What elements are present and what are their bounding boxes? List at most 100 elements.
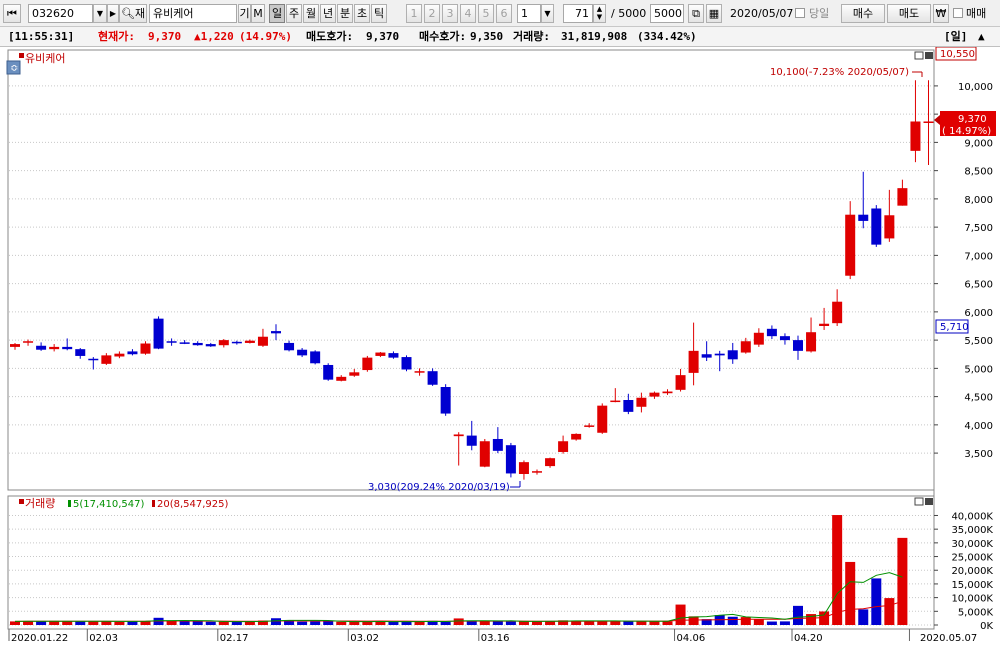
ytick-label: 6,500	[964, 280, 993, 291]
code-dropdown-button[interactable]: ▼	[93, 4, 107, 23]
price-panel	[7, 49, 935, 491]
x-date-label: 02.03	[89, 633, 118, 644]
period-tab[interactable]: 초	[354, 4, 370, 23]
count-spinner[interactable]: ▲ ▼	[593, 4, 606, 23]
number-button[interactable]: 1	[406, 4, 422, 23]
m-button[interactable]: M	[251, 4, 265, 23]
candle-body	[753, 332, 764, 345]
bar-count-input[interactable]: 71	[563, 4, 593, 23]
volume-bar	[271, 618, 281, 625]
buy-button[interactable]: 매수	[841, 4, 885, 23]
sell-button[interactable]: 매도	[887, 4, 931, 23]
volume-bar	[871, 578, 882, 625]
ytick-label: 7,000	[964, 251, 993, 262]
candle-body	[218, 340, 229, 346]
volume-bar	[479, 621, 490, 625]
volume-bar	[662, 621, 673, 625]
period-tab[interactable]: 틱	[371, 4, 387, 23]
candle-body	[88, 358, 99, 361]
number-button[interactable]: 4	[460, 4, 476, 23]
volume-bar	[10, 621, 20, 625]
candle-body	[884, 215, 895, 239]
volume-bar	[218, 621, 229, 625]
currency-button[interactable]: ₩	[933, 4, 949, 23]
total-count-input[interactable]: 5000	[650, 4, 684, 23]
calendar-button[interactable]: ▦	[706, 4, 722, 23]
x-date-label: 03.16	[481, 633, 510, 644]
stock-name-field[interactable]: 유비케어	[149, 4, 237, 23]
ytick-label: 7,500	[964, 223, 993, 234]
candle-body	[36, 345, 47, 350]
stock-code-input[interactable]: 032620	[28, 4, 93, 23]
volume-bar	[819, 611, 830, 625]
volume-bar	[518, 621, 529, 625]
volume-bar	[675, 604, 686, 625]
gi-button[interactable]: 기	[238, 4, 251, 23]
current-price-value: 9,370	[148, 30, 182, 43]
volume-bar	[845, 561, 856, 625]
ytick-label: 4,500	[964, 393, 993, 404]
search-icon: 🔍︎	[121, 7, 135, 20]
trade-label: 매매	[966, 7, 987, 20]
candle-body	[192, 342, 203, 346]
low-annotation: 3,030(209.24% 2020/03/19)	[368, 482, 510, 493]
period-tab[interactable]: 일	[269, 4, 285, 23]
vtick-label: 0K	[980, 621, 993, 632]
first-page-button[interactable]: ⏮	[3, 4, 21, 23]
number-dropdown-button[interactable]: ▼	[541, 4, 554, 23]
period-tab[interactable]: 년	[320, 4, 336, 23]
search-button[interactable]: 🔍︎재	[119, 4, 147, 23]
vtick-label: 10,000K	[951, 594, 993, 605]
period-tab[interactable]: 주	[286, 4, 302, 23]
volume-bar	[62, 621, 73, 625]
candle-body	[414, 371, 425, 373]
period-tab[interactable]: 월	[303, 4, 319, 23]
number-button[interactable]: 3	[442, 4, 458, 23]
next-stock-button[interactable]: ▶	[107, 4, 119, 23]
volume-bar	[231, 621, 242, 625]
today-checkbox[interactable]: 당일	[795, 4, 829, 23]
volume-bar	[336, 621, 347, 625]
candle-body	[636, 397, 647, 407]
volume-bar	[858, 609, 869, 625]
x-date-label: 04.20	[794, 633, 823, 644]
candle-body	[284, 342, 295, 351]
candle-body	[832, 301, 843, 324]
chart-settings-button[interactable]: ⧉	[688, 4, 704, 23]
volume-bar	[636, 621, 647, 625]
bid-value: 9,350	[470, 30, 504, 43]
toolbar: ⏮ 032620 ▼ ▶ 🔍︎재 유비케어 기 M 일주월년분초틱 123456…	[0, 0, 1000, 27]
volume-bar	[166, 621, 177, 625]
candle-body	[806, 332, 817, 352]
candle-body	[23, 341, 34, 343]
volume-bar	[179, 621, 190, 625]
price-chart-title: 유비케어	[25, 52, 65, 65]
number-button[interactable]: 2	[424, 4, 440, 23]
trade-checkbox[interactable]: 매매	[953, 4, 986, 23]
spinner-up-icon: ▲	[596, 5, 603, 13]
bid-label: 매수호가:	[419, 30, 467, 43]
number-button[interactable]: 5	[478, 4, 494, 23]
number-select[interactable]: 1	[517, 4, 541, 23]
vtick-label: 20,000K	[951, 566, 993, 577]
candle-body	[297, 349, 308, 356]
ma5-swatch	[68, 500, 71, 507]
chevron-down-icon: ▼	[544, 9, 551, 18]
volume-bar	[884, 598, 895, 625]
candle-body	[323, 364, 334, 380]
candlestick-chart[interactable]: 10,0009,5009,0008,5008,0007,5007,0006,50…	[0, 46, 1000, 645]
volume-panel-close-button[interactable]	[925, 498, 933, 505]
number-button[interactable]: 6	[496, 4, 512, 23]
candle-body	[714, 353, 725, 356]
total-count-text: / 5000	[611, 7, 647, 20]
volume-bar	[649, 621, 660, 625]
price-change-pct: (14.97%)	[239, 30, 292, 43]
candle-body	[140, 343, 151, 354]
period-tab[interactable]: 분	[337, 4, 353, 23]
candle-body	[114, 353, 125, 357]
volume-bar	[323, 621, 334, 625]
volume-value: 31,819,908	[561, 30, 628, 43]
panel-close-button[interactable]	[925, 52, 933, 59]
ytick-label: 3,500	[964, 449, 993, 460]
volume-label: 거래량:	[513, 30, 550, 43]
